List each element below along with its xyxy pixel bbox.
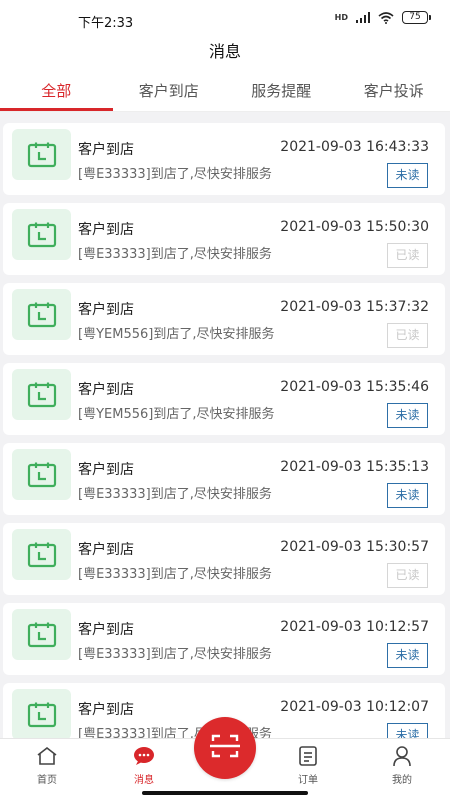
scan-button[interactable]	[194, 717, 256, 779]
message-list: 客户到店 2021-09-03 16:43:33 [粤E33333]到店了,尽快…	[0, 120, 450, 738]
message-desc: [粤E33333]到店了,尽快安排服务	[78, 567, 272, 582]
read-badge: 已读	[387, 243, 428, 268]
message-title: 客户到店	[78, 222, 134, 238]
wifi-icon	[378, 11, 394, 24]
message-card[interactable]: 客户到店 2021-09-03 10:12:57 [粤E33333]到店了,尽快…	[3, 603, 445, 675]
status-bar: 下午2:33 HD 75	[0, 0, 450, 38]
tab-customer-complaint[interactable]: 客户投诉	[338, 70, 450, 111]
status-time: 下午2:33	[78, 16, 134, 31]
message-time: 2021-09-03 10:12:07	[280, 699, 429, 715]
signal-icon	[356, 12, 370, 23]
message-desc: [粤E33333]到店了,尽快安排服务	[78, 247, 272, 262]
message-title: 客户到店	[78, 302, 134, 318]
message-title: 客户到店	[78, 462, 134, 478]
scan-icon	[210, 733, 240, 763]
nav-orders[interactable]: 订单	[278, 745, 338, 786]
message-card[interactable]: 客户到店 2021-09-03 15:37:32 [粤YEM556]到店了,尽快…	[3, 283, 445, 355]
nav-home[interactable]: 首页	[17, 745, 77, 786]
message-time: 2021-09-03 15:30:57	[280, 539, 429, 555]
calendar-icon	[12, 129, 71, 180]
message-desc: [粤E33333]到店了,尽快安排服务	[78, 487, 272, 502]
tab-all[interactable]: 全部	[0, 70, 113, 111]
message-card[interactable]: 客户到店 2021-09-03 15:50:30 [粤E33333]到店了,尽快…	[3, 203, 445, 275]
tab-service-reminder[interactable]: 服务提醒	[225, 70, 338, 111]
message-time: 2021-09-03 10:12:57	[280, 619, 429, 635]
message-title: 客户到店	[78, 622, 134, 638]
message-desc: [粤YEM556]到店了,尽快安排服务	[78, 407, 275, 422]
message-time: 2021-09-03 15:35:46	[280, 379, 429, 395]
header: 消息	[0, 38, 450, 70]
calendar-icon	[12, 609, 71, 660]
order-icon	[278, 745, 338, 767]
message-desc: [粤E33333]到店了,尽快安排服务	[78, 647, 272, 662]
home-indicator[interactable]	[142, 791, 308, 795]
message-time: 2021-09-03 15:37:32	[280, 299, 429, 315]
calendar-icon	[12, 209, 71, 260]
message-title: 客户到店	[78, 542, 134, 558]
message-title: 客户到店	[78, 702, 134, 718]
battery-icon: 75	[402, 11, 431, 24]
unread-badge: 未读	[387, 163, 428, 188]
message-desc: [粤YEM556]到店了,尽快安排服务	[78, 327, 275, 342]
unread-badge: 未读	[387, 643, 428, 668]
unread-badge: 未读	[387, 403, 428, 428]
calendar-icon	[12, 369, 71, 420]
message-title: 客户到店	[78, 382, 134, 398]
nav-home-label: 首页	[37, 775, 57, 786]
message-icon	[114, 745, 174, 767]
calendar-icon	[12, 529, 71, 580]
message-time: 2021-09-03 15:35:13	[280, 459, 429, 475]
read-badge: 已读	[387, 323, 428, 348]
message-card[interactable]: 客户到店 2021-09-03 16:43:33 [粤E33333]到店了,尽快…	[3, 123, 445, 195]
message-card[interactable]: 客户到店 2021-09-03 15:35:46 [粤YEM556]到店了,尽快…	[3, 363, 445, 435]
nav-orders-label: 订单	[298, 775, 318, 786]
message-time: 2021-09-03 16:43:33	[280, 139, 429, 155]
message-desc: [粤E33333]到店了,尽快安排服务	[78, 167, 272, 182]
calendar-icon	[12, 289, 71, 340]
page-title: 消息	[208, 42, 241, 61]
message-card[interactable]: 客户到店 2021-09-03 15:30:57 [粤E33333]到店了,尽快…	[3, 523, 445, 595]
nav-profile-label: 我的	[392, 775, 412, 786]
read-badge: 已读	[387, 563, 428, 588]
calendar-icon	[12, 449, 71, 500]
nav-profile[interactable]: 我的	[372, 745, 432, 786]
status-icons: HD 75	[334, 11, 431, 24]
nav-messages-label: 消息	[134, 775, 154, 786]
unread-badge: 未读	[387, 483, 428, 508]
message-card[interactable]: 客户到店 2021-09-03 15:35:13 [粤E33333]到店了,尽快…	[3, 443, 445, 515]
tab-bar: 全部 客户到店 服务提醒 客户投诉	[0, 70, 450, 112]
message-time: 2021-09-03 15:50:30	[280, 219, 429, 235]
nav-messages[interactable]: 消息	[114, 745, 174, 786]
hd-network-icon: HD	[334, 12, 348, 22]
home-icon	[17, 745, 77, 767]
profile-icon	[372, 745, 432, 767]
unread-badge: 未读	[387, 723, 428, 738]
message-title: 客户到店	[78, 142, 134, 158]
calendar-icon	[12, 689, 71, 738]
tab-customer-arrival[interactable]: 客户到店	[113, 70, 226, 111]
